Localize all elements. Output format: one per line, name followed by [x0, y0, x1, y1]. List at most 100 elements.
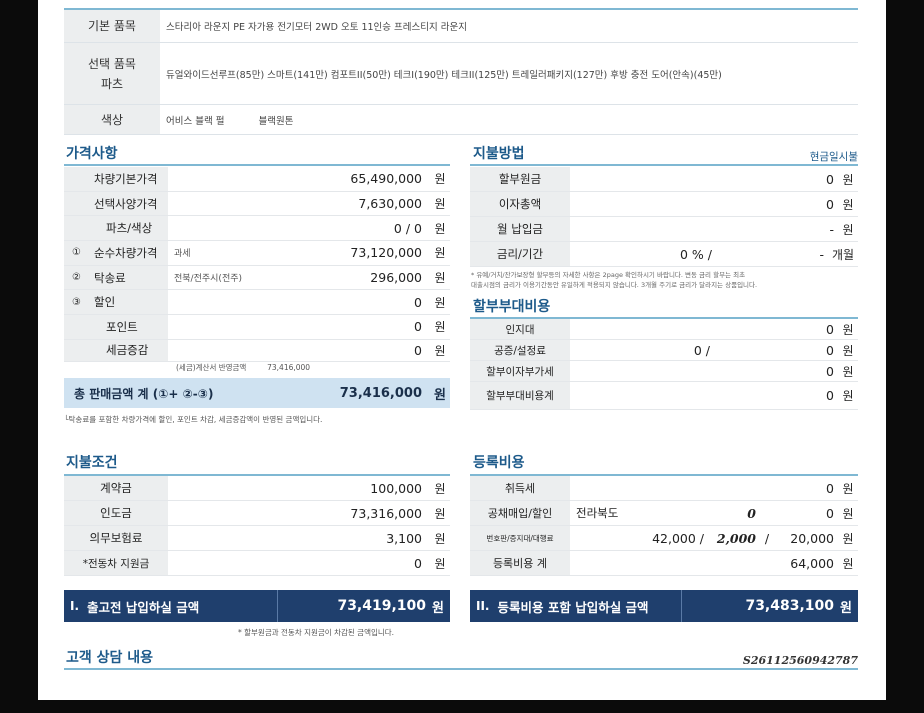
registration-region	[570, 526, 630, 550]
registration-title: 등록비용	[473, 455, 525, 471]
tax-invoice-label: (세금)계산서 반영금액	[176, 363, 247, 372]
registration-table: 취득세 0 원 공채매입/할인 전라북도 0 0 원 번호판/증지대/대행료 42,000 /2,…	[470, 476, 858, 576]
payment-terms-bar-symbol: I.	[70, 599, 80, 613]
payment-method-row: 월 납입금 - 원	[470, 217, 858, 242]
registration-c	[760, 551, 774, 575]
price-row-label-cell: ③ 할인	[64, 290, 168, 315]
payment-terms-label: *전동차 지원금	[64, 551, 168, 575]
payment-method-title: 지불방법	[473, 146, 525, 162]
price-row-label: 파츠/색상	[106, 221, 153, 236]
payment-terms-value: 3,100	[386, 530, 422, 546]
installment-cost-value: 0	[826, 342, 834, 358]
payment-terms-label: 인도금	[64, 501, 168, 525]
payment-method-value: -	[819, 246, 824, 262]
price-row-label-cell: 파츠/색상	[64, 216, 168, 241]
vehicle-spec-table: 기본 품목 스타리아 라운지 PE 자가용 전기모터 2WD 오토 11인승 프…	[64, 8, 858, 135]
price-row-value: 7,630,000	[358, 196, 422, 212]
payment-terms-table: 계약금 100,000 원 인도금 73,316,000 원 의무보험료 3,100 원 *전동차…	[64, 476, 450, 576]
registration-region: 전라북도	[576, 506, 619, 520]
registration-bar-label: 등록비용 포함 납입하실 금액	[497, 599, 649, 615]
price-row-note	[168, 167, 288, 191]
registration-region	[570, 476, 630, 500]
registration-row: 등록비용 계 64,000 원	[470, 551, 858, 576]
installment-cost-unit: 원	[842, 364, 854, 379]
price-row-label: 할인	[94, 295, 116, 310]
installment-cost-label: 공증/설정료	[470, 340, 570, 360]
payment-method-label: 금리/기간	[470, 242, 570, 266]
quote-document: 기본 품목 스타리아 라운지 PE 자가용 전기모터 2WD 오토 11인승 프…	[38, 0, 886, 700]
price-row-value: 0	[414, 342, 422, 358]
registration-unit: 원	[842, 506, 854, 521]
registration-unit: 원	[842, 556, 854, 571]
payment-terms-unit: 원	[434, 531, 446, 546]
registration-a	[630, 476, 708, 500]
payment-terms-label: 계약금	[64, 476, 168, 500]
registration-label: 등록비용 계	[470, 551, 570, 575]
payment-terms-unit: 원	[434, 556, 446, 571]
payment-method-rate	[570, 217, 720, 241]
price-row-value: 73,120,000	[350, 245, 422, 261]
registration-row: 공채매입/할인 전라북도 0 0 원	[470, 501, 858, 526]
registration-row: 취득세 0 원	[470, 476, 858, 501]
payment-method-unit: 개월	[831, 247, 855, 262]
spec-options-label-line1: 선택 품목	[88, 56, 136, 71]
payment-method-rate	[570, 167, 720, 191]
registration-unit: 원	[842, 481, 854, 496]
consult-rule	[64, 668, 858, 670]
price-row: ③ 할인 0 원	[64, 290, 450, 316]
installment-cost-label: 인지대	[470, 319, 570, 339]
registration-value: 64,000	[790, 555, 834, 571]
spec-row-model: 기본 품목 스타리아 라운지 PE 자가용 전기모터 2WD 오토 11인승 프…	[64, 10, 858, 43]
price-row-unit: 원	[434, 246, 446, 261]
installment-costs-table: 인지대 0 원 공증/설정료 0 /0 원 할부이자부가세 0 원 할부부대비용계 0 원	[470, 319, 858, 410]
registration-bar-label-cell: II. 등록비용 포함 납입하실 금액	[470, 590, 682, 622]
registration-a	[630, 501, 708, 525]
price-row-note	[168, 290, 288, 314]
payment-method-rate: 0 % /	[680, 246, 712, 262]
payment-method-row: 금리/기간 0 % / - 개월	[470, 242, 858, 267]
registration-bar-symbol: II.	[476, 599, 490, 613]
price-row-unit: 원	[434, 221, 446, 236]
price-row-note: 전북/전주시(전주)	[174, 274, 243, 285]
registration-bar-value: 73,483,100	[745, 598, 835, 614]
installment-costs-title: 할부부대비용	[473, 299, 551, 315]
price-row: 포인트 0 원	[64, 315, 450, 340]
payment-method-rule	[470, 164, 858, 166]
installment-cost-value: 0	[826, 321, 834, 337]
payment-method-note-line1: * 유예/거치/잔가보장형 할부등의 자세한 사항은 2page 확인하시기 바…	[471, 271, 746, 279]
registration-b: 2,000	[716, 530, 756, 546]
payment-method-mode: 현금일시불	[809, 151, 858, 163]
installment-cost-unit: 원	[842, 322, 854, 337]
installment-cost-row: 인지대 0 원	[470, 319, 858, 340]
spec-model-value: 스타리아 라운지 PE 자가용 전기모터 2WD 오토 11인승 프레스티지 라…	[166, 22, 467, 33]
payment-method-note-line2: 대출시점의 금리가 이용기간동안 유일하게 적용되지 않습니다. 3개월 주기로…	[471, 281, 758, 289]
price-total-bar: 총 판매금액 계 (①+ ②-③) 73,416,000 원	[64, 378, 450, 408]
price-row-unit: 원	[434, 320, 446, 335]
payment-terms-row: 인도금 73,316,000 원	[64, 501, 450, 526]
installment-cost-unit: 원	[842, 389, 854, 403]
registration-label: 취득세	[470, 476, 570, 500]
payment-method-unit: 원	[842, 197, 854, 212]
price-table: 차량기본가격 65,490,000 원 선택사양가격 7,630,000 원 파츠/색상 0 …	[64, 167, 450, 362]
price-row-label-cell: ① 순수차량가격	[64, 241, 168, 265]
price-row-label-cell: 포인트	[64, 315, 168, 339]
registration-a: 42,000 /	[652, 530, 704, 546]
registration-label: 번호판/증지대/대행료	[470, 526, 570, 550]
spec-options-label-line2: 파츠	[100, 76, 124, 91]
installment-cost-value: 0	[826, 388, 834, 403]
price-row-label: 포인트	[106, 319, 138, 334]
installment-cost-label: 할부이자부가세	[470, 361, 570, 381]
installment-cost-mid	[570, 361, 710, 381]
payment-terms-total-bar: I. 출고전 납입하실 금액 73,419,100 원	[64, 590, 450, 622]
payment-terms-row: 의무보험료 3,100 원	[64, 526, 450, 551]
price-row-value: 0 / 0	[393, 220, 422, 236]
registration-unit: 원	[842, 531, 854, 546]
price-row: ① 순수차량가격 과세 73,120,000 원	[64, 241, 450, 266]
registration-b: 0	[747, 505, 756, 521]
payment-terms-unit: 원	[434, 481, 446, 496]
payment-method-label: 월 납입금	[470, 217, 570, 241]
registration-value: 20,000	[790, 530, 834, 546]
price-row-unit: 원	[434, 172, 446, 187]
price-section-title: 가격사항	[66, 146, 118, 162]
payment-terms-title: 지불조건	[66, 455, 118, 471]
